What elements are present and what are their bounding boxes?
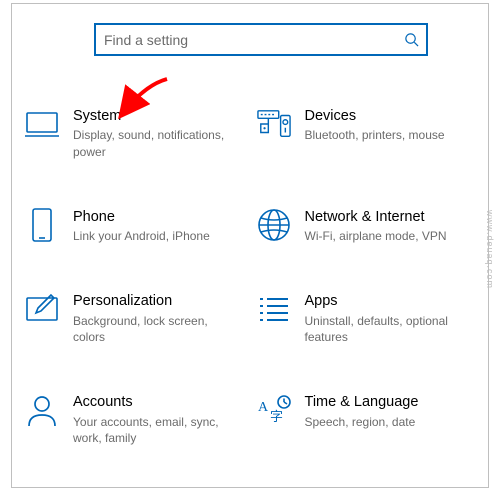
tile-desc: Link your Android, iPhone <box>73 228 243 244</box>
tile-network[interactable]: Network & Internet Wi-Fi, airplane mode,… <box>257 206 477 247</box>
tile-title: Personalization <box>73 293 245 310</box>
settings-grid: System Display, sound, notifications, po… <box>25 105 476 448</box>
tile-desc: Background, lock screen, colors <box>73 313 243 345</box>
tile-title: System <box>73 108 245 125</box>
search-box[interactable] <box>94 23 428 56</box>
svg-text:A: A <box>258 400 269 415</box>
tile-devices[interactable]: Devices Bluetooth, printers, mouse <box>257 105 477 162</box>
tile-title: Network & Internet <box>305 209 477 226</box>
search-input[interactable] <box>96 25 396 54</box>
tile-desc: Display, sound, notifications, power <box>73 127 243 159</box>
tile-apps[interactable]: Apps Uninstall, defaults, optional featu… <box>257 290 477 347</box>
tile-accounts[interactable]: Accounts Your accounts, email, sync, wor… <box>25 391 245 448</box>
apps-icon <box>257 292 291 326</box>
network-icon <box>257 208 291 242</box>
search-icon[interactable] <box>396 25 426 54</box>
tile-desc: Bluetooth, printers, mouse <box>305 127 475 143</box>
tile-personalization[interactable]: Personalization Background, lock screen,… <box>25 290 245 347</box>
watermark: www.deuaq.com <box>483 0 497 500</box>
tile-time-language[interactable]: A 字 Time & Language Speech, region, date <box>257 391 477 448</box>
devices-icon <box>257 107 291 141</box>
accounts-icon <box>25 393 59 427</box>
svg-text:字: 字 <box>270 409 283 424</box>
tile-desc: Wi-Fi, airplane mode, VPN <box>305 228 475 244</box>
tile-title: Accounts <box>73 394 245 411</box>
tile-title: Apps <box>305 293 477 310</box>
tile-title: Devices <box>305 108 477 125</box>
phone-icon <box>25 208 59 242</box>
tile-desc: Speech, region, date <box>305 414 475 430</box>
personalization-icon <box>25 292 59 326</box>
time-language-icon: A 字 <box>257 393 291 427</box>
system-icon <box>25 107 59 141</box>
tile-title: Phone <box>73 209 245 226</box>
tile-phone[interactable]: Phone Link your Android, iPhone <box>25 206 245 247</box>
tile-title: Time & Language <box>305 394 477 411</box>
tile-desc: Your accounts, email, sync, work, family <box>73 414 243 446</box>
tile-desc: Uninstall, defaults, optional features <box>305 313 475 345</box>
tile-system[interactable]: System Display, sound, notifications, po… <box>25 105 245 162</box>
